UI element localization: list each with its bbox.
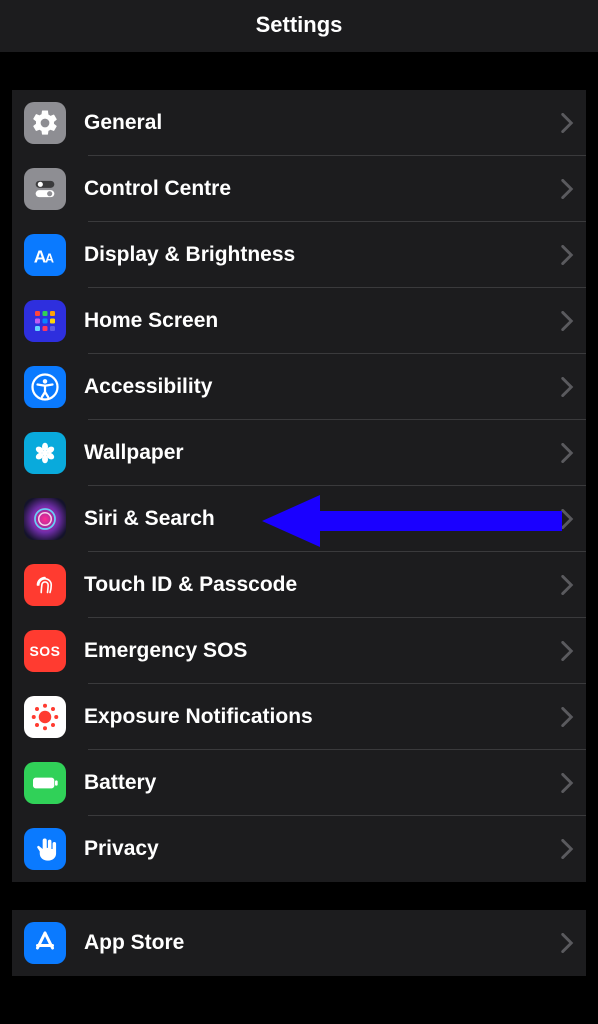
- row-general[interactable]: General: [12, 90, 586, 156]
- row-label: Touch ID & Passcode: [84, 573, 560, 597]
- gear-icon: [24, 102, 66, 144]
- row-touch-id-passcode[interactable]: Touch ID & Passcode: [12, 552, 586, 618]
- chevron-right-icon: [560, 933, 574, 953]
- spacer: [0, 52, 598, 90]
- exposure-icon: [24, 696, 66, 738]
- chevron-right-icon: [560, 509, 574, 529]
- row-exposure-notifications[interactable]: Exposure Notifications: [12, 684, 586, 750]
- row-siri-search[interactable]: Siri & Search: [12, 486, 586, 552]
- flower-icon: [24, 432, 66, 474]
- row-emergency-sos[interactable]: SOS Emergency SOS: [12, 618, 586, 684]
- row-control-centre[interactable]: Control Centre: [12, 156, 586, 222]
- accessibility-icon: [24, 366, 66, 408]
- row-battery[interactable]: Battery: [12, 750, 586, 816]
- row-accessibility[interactable]: Accessibility: [12, 354, 586, 420]
- app-store-icon: [24, 922, 66, 964]
- chevron-right-icon: [560, 245, 574, 265]
- row-label: Exposure Notifications: [84, 705, 560, 729]
- row-home-screen[interactable]: Home Screen: [12, 288, 586, 354]
- row-label: Battery: [84, 771, 560, 795]
- row-label: App Store: [84, 931, 560, 955]
- row-privacy[interactable]: Privacy: [12, 816, 586, 882]
- sos-icon: SOS: [24, 630, 66, 672]
- settings-group-1: General Control Centre AA Display & Brig…: [12, 90, 586, 882]
- chevron-right-icon: [560, 575, 574, 595]
- chevron-right-icon: [560, 311, 574, 331]
- fingerprint-icon: [24, 564, 66, 606]
- row-app-store[interactable]: App Store: [12, 910, 586, 976]
- spacer: [0, 976, 598, 994]
- spacer: [0, 882, 598, 910]
- row-label: Emergency SOS: [84, 639, 560, 663]
- row-label: Privacy: [84, 837, 560, 861]
- chevron-right-icon: [560, 641, 574, 661]
- battery-icon: [24, 762, 66, 804]
- chevron-right-icon: [560, 377, 574, 397]
- chevron-right-icon: [560, 113, 574, 133]
- chevron-right-icon: [560, 443, 574, 463]
- svg-text:A: A: [45, 252, 54, 266]
- row-label: General: [84, 111, 560, 135]
- row-label: Accessibility: [84, 375, 560, 399]
- chevron-right-icon: [560, 179, 574, 199]
- settings-group-2: App Store: [12, 910, 586, 976]
- row-wallpaper[interactable]: Wallpaper: [12, 420, 586, 486]
- siri-icon: [24, 498, 66, 540]
- row-label: Control Centre: [84, 177, 560, 201]
- row-label: Display & Brightness: [84, 243, 560, 267]
- hand-icon: [24, 828, 66, 870]
- chevron-right-icon: [560, 839, 574, 859]
- row-label: Siri & Search: [84, 507, 560, 531]
- page-title: Settings: [0, 0, 598, 52]
- toggles-icon: [24, 168, 66, 210]
- chevron-right-icon: [560, 773, 574, 793]
- app-grid-icon: [24, 300, 66, 342]
- row-label: Wallpaper: [84, 441, 560, 465]
- row-display-brightness[interactable]: AA Display & Brightness: [12, 222, 586, 288]
- chevron-right-icon: [560, 707, 574, 727]
- row-label: Home Screen: [84, 309, 560, 333]
- text-size-icon: AA: [24, 234, 66, 276]
